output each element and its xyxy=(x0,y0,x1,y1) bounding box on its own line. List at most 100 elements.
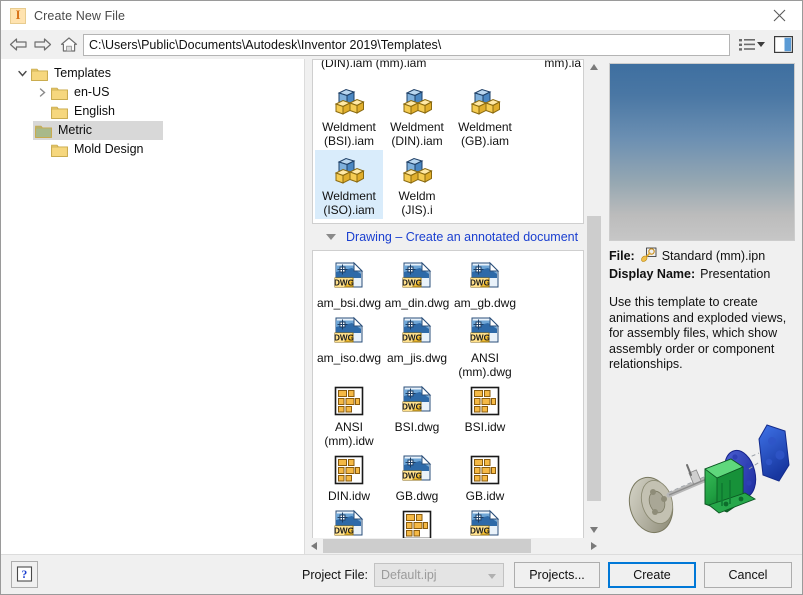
template-list-panel: (DIN).iam (mm).iam mm).ia Weldment (BSI).i… xyxy=(306,59,602,554)
list-vertical-scrollbar[interactable] xyxy=(586,59,602,538)
folder-icon xyxy=(35,124,52,138)
template-tile[interactable]: DWG am_din.dwg xyxy=(383,257,451,312)
template-tile[interactable]: DWG ANSI (mm).dwg xyxy=(451,312,519,381)
template-tile-label: am_gb.dwg xyxy=(453,296,517,310)
weldment-icon xyxy=(400,84,434,118)
template-tile-label: ANSI (mm).dwg xyxy=(458,351,512,379)
template-tile[interactable]: ANSI (mm).idw xyxy=(315,381,383,450)
file-meta-row: File: Standard (mm).ipn xyxy=(609,247,796,264)
template-tile[interactable]: BSI.idw xyxy=(451,381,519,450)
ipn-icon xyxy=(640,247,657,264)
tile-grid-drawing: DWG am_bsi.dwg DWG am_din.dwg DWG am_gb.dwg DW… xyxy=(312,250,584,538)
dwg-icon: DWG xyxy=(400,315,434,349)
template-tile[interactable]: DWG GB.dwg xyxy=(383,450,451,505)
arrow-left-icon[interactable] xyxy=(7,34,29,56)
template-tile[interactable]: GB.idw xyxy=(451,450,519,505)
chevron-down-icon xyxy=(757,42,765,47)
template-tile-label: Weldment (DIN).iam xyxy=(390,120,444,148)
template-tile-label: am_jis.dwg xyxy=(386,351,448,365)
tree-item-label: Metric xyxy=(58,123,93,137)
list-view-icon[interactable] xyxy=(734,34,770,56)
template-tile-label: DIN.idw xyxy=(327,489,370,503)
dialog-footer: ? Project File: Default.ipj Projects... … xyxy=(1,554,802,594)
list-vertical-scroll-thumb[interactable] xyxy=(587,216,601,501)
svg-text:DWG: DWG xyxy=(470,334,490,343)
chevron-down-icon[interactable] xyxy=(13,64,31,83)
help-icon[interactable]: ? xyxy=(11,561,38,588)
template-tile[interactable]: DWGGOST.dwg xyxy=(315,505,383,538)
tree-item-english[interactable]: English xyxy=(1,102,304,121)
template-tile[interactable]: Weldment (DIN).iam xyxy=(383,81,451,150)
tree-item-label: en-US xyxy=(74,85,110,99)
template-tile[interactable]: DWG am_iso.dwg xyxy=(315,312,383,381)
scroll-left-arrow-icon[interactable] xyxy=(306,538,322,554)
tree-item-templates[interactable]: Templates xyxy=(1,64,304,83)
template-tile-label: am_bsi.dwg xyxy=(316,296,382,310)
template-tile[interactable]: Weldment (ISO).iam xyxy=(315,150,383,219)
template-tile[interactable]: DWG am_jis.dwg xyxy=(383,312,451,381)
template-tile[interactable]: DWG BSI.dwg xyxy=(383,381,451,450)
chevron-down-icon[interactable] xyxy=(326,234,336,240)
svg-text:DWG: DWG xyxy=(402,472,422,481)
svg-text:DWG: DWG xyxy=(402,279,422,288)
projects-button[interactable]: Projects... xyxy=(514,561,600,588)
idw-icon xyxy=(332,384,366,418)
scroll-up-arrow-icon[interactable] xyxy=(586,59,602,75)
template-tile-label: Weldment (GB).iam xyxy=(458,120,512,148)
dwg-icon: DWG xyxy=(400,260,434,294)
folder-icon xyxy=(51,86,68,100)
create-new-file-dialog: Create New File C:\Users\Public\Docume xyxy=(0,0,803,595)
path-text: C:\Users\Public\Documents\Autodesk\Inven… xyxy=(89,37,442,52)
template-tile[interactable]: Weldment (GB).iam xyxy=(451,81,519,150)
path-input[interactable]: C:\Users\Public\Documents\Autodesk\Inven… xyxy=(83,33,730,56)
tree-item-en-us[interactable]: en-US xyxy=(1,83,304,102)
scroll-right-arrow-icon[interactable] xyxy=(586,538,602,554)
clipped-text-right: mm).ia xyxy=(544,59,581,70)
list-horizontal-scrollbar[interactable] xyxy=(306,538,602,554)
section-header-drawing[interactable]: Drawing – Create an annotated document xyxy=(306,224,586,250)
folder-icon xyxy=(51,105,68,119)
template-tile[interactable]: DWGISO xyxy=(451,505,519,538)
home-icon[interactable] xyxy=(59,34,79,56)
template-tile-label: am_iso.dwg xyxy=(316,351,382,365)
dwg-icon: DWG xyxy=(332,508,366,538)
template-tile[interactable]: Weldment (BSI).iam xyxy=(315,81,383,150)
template-tile[interactable]: GOST.idw xyxy=(383,505,451,538)
dwg-icon: DWG xyxy=(468,315,502,349)
display-name-value: Presentation xyxy=(700,267,771,281)
tree-item-metric[interactable]: Metric xyxy=(33,121,163,140)
template-tile[interactable]: DIN.idw xyxy=(315,450,383,505)
tile-grid-assembly-partial: Weldment (BSI).iam Weldment (DIN).iam Weld… xyxy=(312,79,584,224)
dwg-icon: DWG xyxy=(332,260,366,294)
weldment-icon xyxy=(400,153,434,187)
close-icon[interactable] xyxy=(756,1,802,30)
template-tile[interactable]: DWG am_gb.dwg xyxy=(451,257,519,312)
scroll-down-arrow-icon[interactable] xyxy=(586,522,602,538)
preview-pane-icon[interactable] xyxy=(772,34,794,56)
folder-icon xyxy=(31,67,48,81)
template-tile[interactable]: DWG am_bsi.dwg xyxy=(315,257,383,312)
inventor-icon xyxy=(10,7,26,24)
template-list: (DIN).iam (mm).iam mm).ia Weldment (BSI).i… xyxy=(306,59,586,538)
create-button[interactable]: Create xyxy=(608,561,696,588)
tree-item-label: English xyxy=(74,104,115,118)
tree-item-label: Templates xyxy=(54,66,111,80)
tree-item-mold-design[interactable]: Mold Design xyxy=(1,140,304,159)
template-tile[interactable]: Weldm (JIS).i xyxy=(383,150,451,219)
dwg-icon: DWG xyxy=(400,453,434,487)
clipped-text-left: (DIN).iam (mm).iam xyxy=(321,59,427,70)
chevron-right-icon[interactable] xyxy=(33,83,51,102)
preview-panel: File: Standard (mm).ipn Display Name: Pr… xyxy=(603,59,802,554)
arrow-right-icon[interactable] xyxy=(31,34,53,56)
list-horizontal-scroll-thumb[interactable] xyxy=(323,539,531,553)
display-name-meta-row: Display Name: Presentation xyxy=(609,267,796,281)
project-file-select[interactable]: Default.ipj xyxy=(374,562,504,587)
idw-icon xyxy=(468,453,502,487)
svg-text:DWG: DWG xyxy=(334,279,354,288)
template-tile-label: GB.idw xyxy=(465,489,505,503)
title-bar: Create New File xyxy=(1,1,802,30)
cancel-button[interactable]: Cancel xyxy=(704,561,792,588)
template-tile-label: Weldment (ISO).iam xyxy=(322,189,376,217)
template-tile-label: ANSI (mm).idw xyxy=(324,420,374,448)
